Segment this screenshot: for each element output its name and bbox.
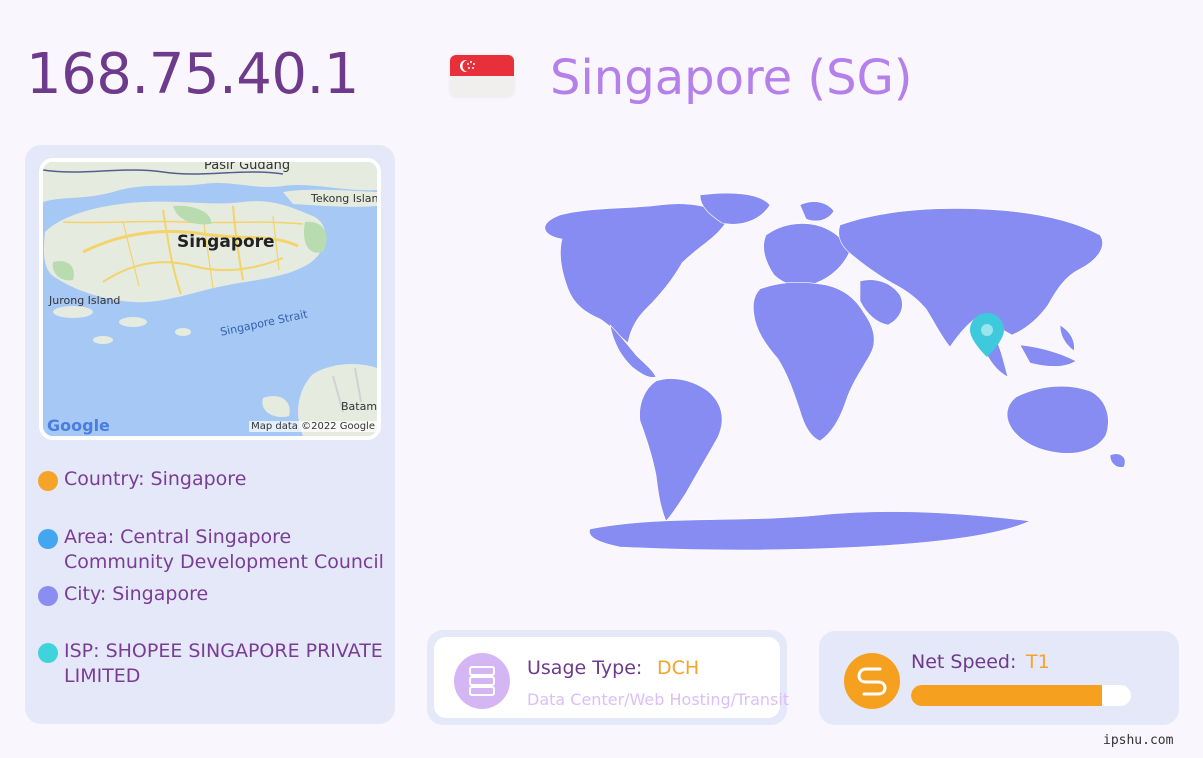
info-country: Country: Singapore	[38, 467, 388, 492]
country-title: Singapore (SG)	[550, 50, 913, 106]
map-label-jurong: Jurong Island	[49, 294, 121, 307]
usage-type-value: DCH	[657, 657, 700, 679]
net-speed-bar-fill	[911, 685, 1103, 706]
map-label-pasir-gudang: Pasir Gudang	[204, 158, 291, 173]
usage-type-card: Usage Type: DCH Data Center/Web Hosting/…	[427, 630, 790, 725]
server-icon	[454, 653, 510, 709]
map-attribution: Map data ©2022 Google	[249, 421, 377, 432]
city-dot-icon	[38, 586, 58, 606]
area-dot-icon	[38, 529, 58, 549]
location-card: Pasir Gudang Tekong Islan Singapore Juro…	[25, 145, 395, 724]
ip-address-title: 168.75.40.1	[26, 42, 359, 107]
net-speed-bar	[911, 685, 1131, 706]
net-speed-card: Net Speed: T1	[819, 631, 1179, 725]
map-label-batam: Batam	[341, 400, 378, 413]
location-map[interactable]: Pasir Gudang Tekong Islan Singapore Juro…	[39, 158, 381, 440]
usage-type-description: Data Center/Web Hosting/Transit	[527, 690, 790, 709]
google-logo: Google	[47, 416, 110, 435]
map-label-singapore: Singapore	[177, 232, 275, 252]
country-dot-icon	[38, 471, 58, 491]
info-isp: ISP: SHOPEE SINGAPORE PRIVATE LIMITED	[38, 639, 388, 689]
speed-icon	[844, 653, 900, 709]
singapore-flag-icon	[450, 55, 514, 97]
net-speed-label: Net Speed:	[911, 651, 1017, 673]
isp-dot-icon	[38, 643, 58, 663]
watermark: ipshu.com	[1103, 733, 1174, 748]
ip-info-page: 168.75.40.1 Singapore (SG) Pasir Gudang …	[0, 0, 1203, 758]
info-area: Area: Central Singapore Community Develo…	[38, 525, 388, 575]
map-label-tekong: Tekong Islan	[311, 192, 379, 205]
info-city: City: Singapore	[38, 582, 388, 607]
usage-type-label: Usage Type:	[527, 657, 643, 679]
net-speed-value: T1	[1026, 651, 1050, 673]
world-map	[460, 185, 1160, 565]
